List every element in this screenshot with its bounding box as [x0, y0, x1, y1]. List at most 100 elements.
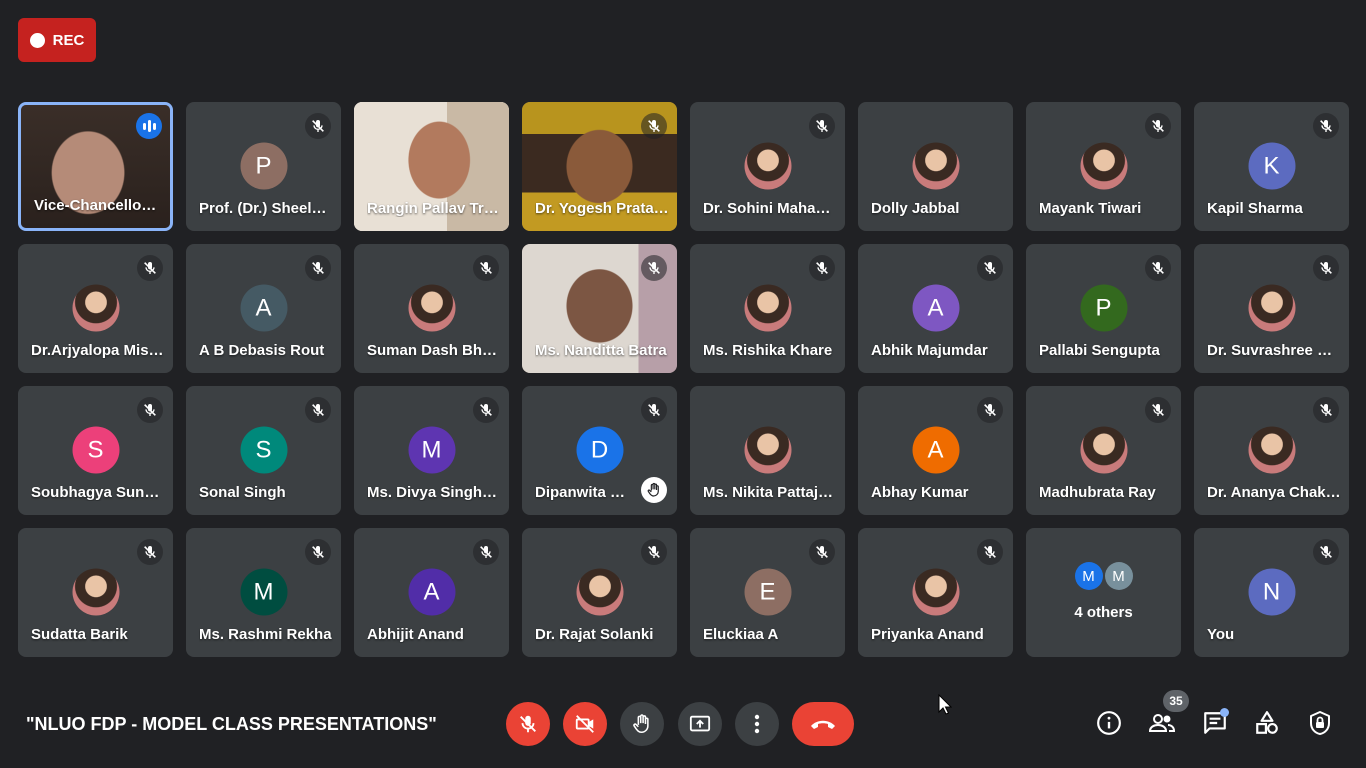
participant-tile[interactable]: Ms. Nikita Pattajoshi [690, 386, 845, 515]
mic-off-icon [305, 113, 331, 139]
leave-call-button[interactable] [792, 702, 854, 746]
info-icon [1097, 711, 1121, 735]
participant-tile[interactable]: Dr. Suvrashree Panda [1194, 244, 1349, 373]
participant-tile[interactable]: Ms. Nanditta Batra [522, 244, 677, 373]
participant-name: Vice-Chancellor (NLU Odisha) [34, 197, 162, 214]
participant-tile[interactable]: M Ms. Divya Singh Rathore [354, 386, 509, 515]
avatar-photo [912, 142, 959, 190]
meeting-details-button[interactable] [1094, 708, 1124, 738]
participant-tile[interactable]: E Eluckiaa A [690, 528, 845, 657]
avatar: S [240, 426, 287, 474]
avatar-photo [744, 284, 791, 332]
participant-tile[interactable]: A Abhijit Anand [354, 528, 509, 657]
participant-tile[interactable]: N You [1194, 528, 1349, 657]
avatar-photo [744, 426, 791, 474]
participant-tile[interactable]: Dr. Sohini Mahapatra [690, 102, 845, 231]
avatar-photo [576, 568, 623, 616]
participant-name: Priyanka Anand [871, 626, 984, 643]
participant-tile[interactable]: Sudatta Barik [18, 528, 173, 657]
participant-tile[interactable]: Dr.Arjyalopa Mishra [18, 244, 173, 373]
participant-tile[interactable]: A Abhay Kumar [858, 386, 1013, 515]
participant-tile[interactable]: Dr. Ananya Chakraborty [1194, 386, 1349, 515]
mic-off-icon [305, 255, 331, 281]
participant-name: Ms. Rashmi Rekha [199, 626, 332, 643]
mic-off-icon [809, 255, 835, 281]
participant-name: Dipanwita Chakravortty [535, 484, 635, 501]
participant-tile[interactable]: A A B Debasis Rout [186, 244, 341, 373]
participant-tile[interactable]: Vice-Chancellor (NLU Odisha) [18, 102, 173, 231]
mic-off-icon [137, 539, 163, 565]
camera-toggle-button[interactable] [563, 702, 607, 746]
participant-tile[interactable]: S Soubhagya Sundar [18, 386, 173, 515]
end-call-icon [811, 720, 835, 729]
avatar: K [1248, 142, 1295, 190]
participant-name: Sonal Singh [199, 484, 286, 501]
activities-button[interactable] [1252, 708, 1282, 738]
others-avatars: MM [1074, 562, 1133, 590]
participant-tile[interactable]: Rangin Pallav Tripathy [354, 102, 509, 231]
mic-off-icon [137, 397, 163, 423]
mic-off-icon [520, 715, 536, 733]
avatar: A [912, 284, 959, 332]
mic-off-icon [1313, 539, 1339, 565]
participant-tile[interactable]: Ms. Rishika Khare [690, 244, 845, 373]
participant-name: Dolly Jabbal [871, 200, 960, 217]
avatar: M [408, 426, 455, 474]
participant-grid: Vice-Chancellor (NLU Odisha) P Prof. (Dr.)… [18, 102, 1349, 657]
participant-tile[interactable]: S Sonal Singh [186, 386, 341, 515]
participant-name: Madhubrata Ray [1039, 484, 1156, 501]
participant-tile[interactable]: Suman Dash Bhattamishra [354, 244, 509, 373]
participant-name: Pallabi Sengupta [1039, 342, 1160, 359]
participant-tile[interactable]: Madhubrata Ray [1026, 386, 1181, 515]
others-count-label: 4 others [1074, 604, 1133, 621]
participant-tile[interactable]: D Dipanwita Chakravortty [522, 386, 677, 515]
participant-name: Dr.Arjyalopa Mishra [31, 342, 165, 359]
avatar: P [240, 142, 287, 190]
mic-off-icon [809, 539, 835, 565]
host-controls-button[interactable] [1305, 708, 1335, 738]
mic-off-icon [1313, 113, 1339, 139]
raised-hand-icon [641, 477, 667, 503]
participant-name: Ms. Nikita Pattajoshi [703, 484, 837, 501]
mic-toggle-button[interactable] [506, 702, 550, 746]
mic-off-icon [641, 539, 667, 565]
participant-name: Dr. Rajat Solanki [535, 626, 654, 643]
raise-hand-button[interactable] [620, 702, 664, 746]
mic-off-icon [1313, 397, 1339, 423]
participant-count-badge: 35 [1163, 690, 1189, 712]
participant-tile[interactable]: Priyanka Anand [858, 528, 1013, 657]
participant-tile[interactable]: M Ms. Rashmi Rekha [186, 528, 341, 657]
participant-tile[interactable]: Dr. Yogesh Pratap Singh [522, 102, 677, 231]
participant-name: Mayank Tiwari [1039, 200, 1142, 217]
more-icon [754, 714, 760, 734]
participant-name: Sudatta Barik [31, 626, 128, 643]
mic-off-icon [473, 255, 499, 281]
participant-name: Dr. Suvrashree Panda [1207, 342, 1341, 359]
mic-off-icon [305, 539, 331, 565]
avatar: A [408, 568, 455, 616]
recording-label: REC [52, 31, 85, 49]
activities-icon [1256, 711, 1278, 734]
participant-name: Abhay Kumar [871, 484, 969, 501]
participant-tile[interactable]: P Prof. (Dr.) Sheela Rai [186, 102, 341, 231]
people-icon [1148, 714, 1176, 732]
avatar-photo [1248, 426, 1295, 474]
avatar-photo [1080, 426, 1127, 474]
present-now-button[interactable] [678, 702, 722, 746]
more-options-button[interactable] [735, 702, 779, 746]
mic-off-icon [137, 255, 163, 281]
participant-tile[interactable]: P Pallabi Sengupta [1026, 244, 1181, 373]
participant-tile[interactable]: A Abhik Majumdar [858, 244, 1013, 373]
people-button[interactable] [1147, 708, 1177, 738]
mic-off-icon [641, 113, 667, 139]
mic-off-icon [473, 539, 499, 565]
participant-tile[interactable]: K Kapil Sharma [1194, 102, 1349, 231]
participant-tile[interactable]: Dr. Rajat Solanki [522, 528, 677, 657]
participant-tile[interactable]: Mayank Tiwari [1026, 102, 1181, 231]
participant-tile[interactable]: MM 4 others [1026, 528, 1181, 657]
mic-off-icon [1313, 255, 1339, 281]
participant-name: Prof. (Dr.) Sheela Rai [199, 200, 333, 217]
participant-name: Kapil Sharma [1207, 200, 1303, 217]
avatar: M [1074, 562, 1103, 590]
participant-tile[interactable]: Dolly Jabbal [858, 102, 1013, 231]
